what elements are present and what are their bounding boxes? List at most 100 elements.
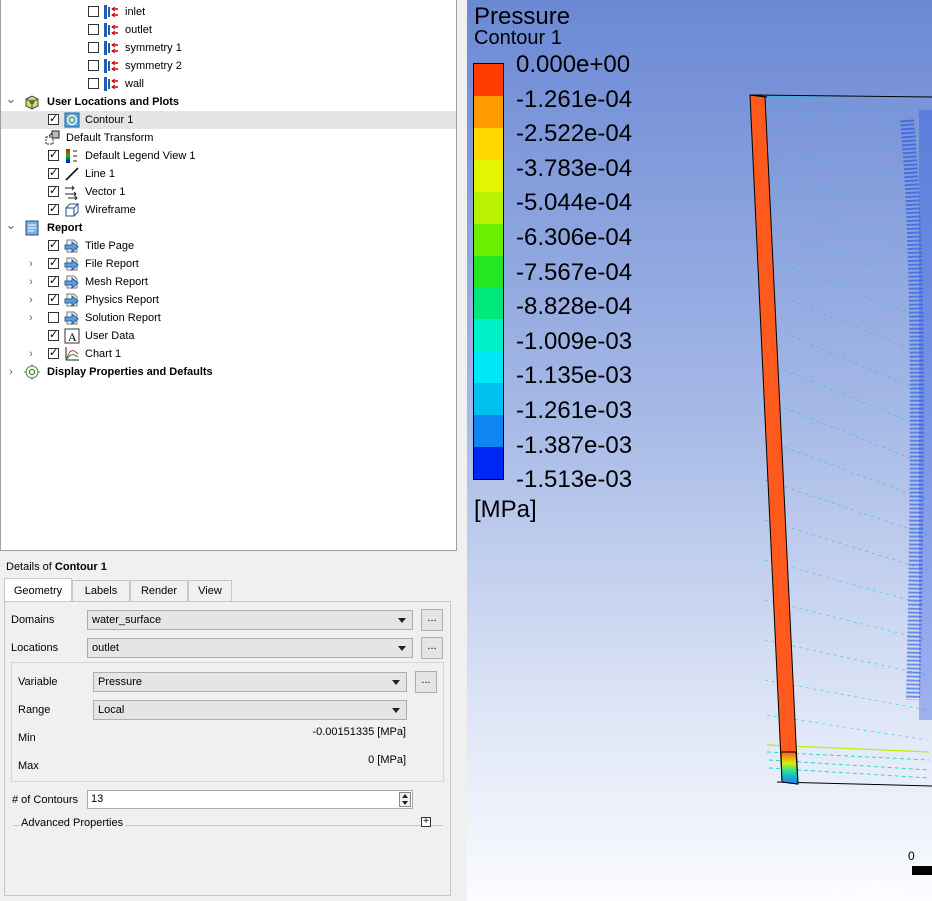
legend-subtitle: Contour 1 <box>474 27 562 49</box>
expand-plus-icon[interactable]: + <box>421 817 431 827</box>
legend-tick-label: -6.306e-04 <box>516 224 633 251</box>
checkbox-unchecked[interactable] <box>88 42 99 53</box>
checkbox-checked[interactable]: ✓ <box>48 114 59 125</box>
stepper-up-icon[interactable] <box>402 794 408 798</box>
variable-browse-button[interactable]: ... <box>415 671 437 693</box>
locations-browse-button[interactable]: ... <box>421 637 443 659</box>
boundary-icon <box>103 4 119 20</box>
tree-item[interactable]: Default Transform <box>1 129 456 147</box>
tree-item-label: Report <box>47 222 83 234</box>
checkbox-checked[interactable]: ✓ <box>48 348 59 359</box>
legend-icon <box>64 148 80 164</box>
boundary-icon <box>103 76 119 92</box>
legend-color-band <box>474 447 503 479</box>
outline-tree[interactable]: inlet outlet symmetry 1 symmetry 2 wall ⌄ User… <box>0 0 457 551</box>
min-label: Min <box>18 732 36 744</box>
tree-item[interactable]: › Display Properties and Defaults <box>1 363 456 381</box>
legend-color-band <box>474 255 503 288</box>
chevron-down-icon[interactable]: ⌄ <box>5 218 17 237</box>
tree-item[interactable]: ✓ Default Legend View 1 <box>1 147 456 165</box>
report-page-icon <box>64 256 80 272</box>
domains-browse-button[interactable]: ... <box>421 609 443 631</box>
color-legend-bar[interactable] <box>473 63 504 480</box>
chevron-right-icon[interactable]: › <box>25 345 37 363</box>
tree-item[interactable]: › ✓ File Report <box>1 255 456 273</box>
tree-item[interactable]: ⌄ User Locations and Plots <box>1 92 456 111</box>
left-panel: inlet outlet symmetry 1 symmetry 2 wall ⌄ User… <box>0 0 465 901</box>
checkbox-checked[interactable]: ✓ <box>48 294 59 305</box>
tab-geometry[interactable]: Geometry <box>4 578 72 602</box>
legend-tick-label: -1.135e-03 <box>516 362 633 390</box>
chevron-down-icon[interactable]: ⌄ <box>5 92 17 111</box>
legend-color-band <box>474 64 503 96</box>
range-select[interactable]: Local <box>93 700 407 720</box>
tree-item[interactable]: › ✓ Chart 1 <box>1 345 456 363</box>
checkbox-unchecked[interactable] <box>88 60 99 71</box>
checkbox-checked[interactable]: ✓ <box>48 330 59 341</box>
stepper-buttons[interactable] <box>399 792 411 807</box>
tree-item[interactable]: ✓ Vector 1 <box>1 183 456 201</box>
checkbox-checked[interactable]: ✓ <box>48 168 59 179</box>
geometry-tab-panel: Domains water_surface ... Locations outl… <box>4 601 451 896</box>
tree-item[interactable]: ✓ Contour 1 <box>1 111 456 129</box>
chevron-right-icon[interactable]: › <box>25 291 37 309</box>
legend-color-band <box>474 383 503 416</box>
chevron-right-icon[interactable]: › <box>5 363 17 381</box>
checkbox-unchecked[interactable] <box>48 312 59 323</box>
checkbox-checked[interactable]: ✓ <box>48 276 59 287</box>
legend-tick-label: -1.009e-03 <box>516 327 633 355</box>
tree-item[interactable]: outlet <box>1 21 456 39</box>
report-page-icon <box>64 274 80 290</box>
tree-item[interactable]: ✓ A User Data <box>1 327 456 345</box>
svg-text:A: A <box>68 330 77 344</box>
variable-select[interactable]: Pressure <box>93 672 407 692</box>
tree-item[interactable]: ⌄ Report <box>1 218 456 237</box>
tree-item[interactable]: › ✓ Physics Report <box>1 291 456 309</box>
checkbox-unchecked[interactable] <box>88 6 99 17</box>
contours-label: # of Contours <box>12 794 79 806</box>
outlet-contour <box>749 94 799 785</box>
legend-tick-label: -1.261e-04 <box>516 85 633 113</box>
details-title-prefix: Details of <box>6 561 52 573</box>
chevron-down-icon <box>398 618 406 623</box>
checkbox-unchecked[interactable] <box>88 78 99 89</box>
legend-tick-label: -1.387e-03 <box>516 431 633 459</box>
3d-viewer[interactable]: Pressure Contour 1 0.000e+00 -1.261e-04 -2… <box>467 0 932 901</box>
tree-item[interactable]: wall <box>1 75 456 93</box>
max-label: Max <box>18 760 39 772</box>
tree-item[interactable]: symmetry 2 <box>1 57 456 75</box>
legend-color-band <box>474 287 503 320</box>
tree-item[interactable]: ✓ Line 1 <box>1 165 456 183</box>
tree-item[interactable]: symmetry 1 <box>1 39 456 57</box>
vector-icon <box>64 184 80 201</box>
domains-label: Domains <box>11 614 55 626</box>
checkbox-checked[interactable]: ✓ <box>48 204 59 215</box>
tab-labels[interactable]: Labels <box>72 580 130 601</box>
locations-select[interactable]: outlet <box>87 638 413 658</box>
tree-item[interactable]: › ✓ Mesh Report <box>1 273 456 291</box>
stepper-down-icon[interactable] <box>402 801 408 805</box>
checkbox-checked[interactable]: ✓ <box>48 186 59 197</box>
chevron-right-icon[interactable]: › <box>25 309 37 327</box>
checkbox-checked[interactable]: ✓ <box>48 150 59 161</box>
tree-item[interactable]: ✓ Wireframe <box>1 201 456 219</box>
tree-item[interactable]: inlet <box>1 3 456 21</box>
chevron-down-icon <box>392 680 400 685</box>
domains-select[interactable]: water_surface <box>87 610 413 630</box>
tab-view[interactable]: View <box>188 580 232 601</box>
tree-item[interactable]: › Solution Report <box>1 309 456 327</box>
checkbox-unchecked[interactable] <box>88 24 99 35</box>
report-page-icon <box>64 238 80 254</box>
legend-tick-label: -8.828e-04 <box>516 293 633 321</box>
tree-item-label: User Data <box>85 330 135 342</box>
tab-render[interactable]: Render <box>130 580 188 601</box>
chevron-right-icon[interactable]: › <box>25 273 37 291</box>
contours-stepper[interactable]: 13 <box>87 790 413 809</box>
tree-item[interactable]: ✓ Title Page <box>1 237 456 255</box>
legend-tick-label: -5.044e-04 <box>516 189 633 217</box>
chevron-right-icon[interactable]: › <box>25 255 37 273</box>
checkbox-checked[interactable]: ✓ <box>48 240 59 251</box>
legend-unit: [MPa] <box>474 496 537 523</box>
details-panel: Details of Contour 1 Geometry Labels Ren… <box>0 553 455 901</box>
checkbox-checked[interactable]: ✓ <box>48 258 59 269</box>
